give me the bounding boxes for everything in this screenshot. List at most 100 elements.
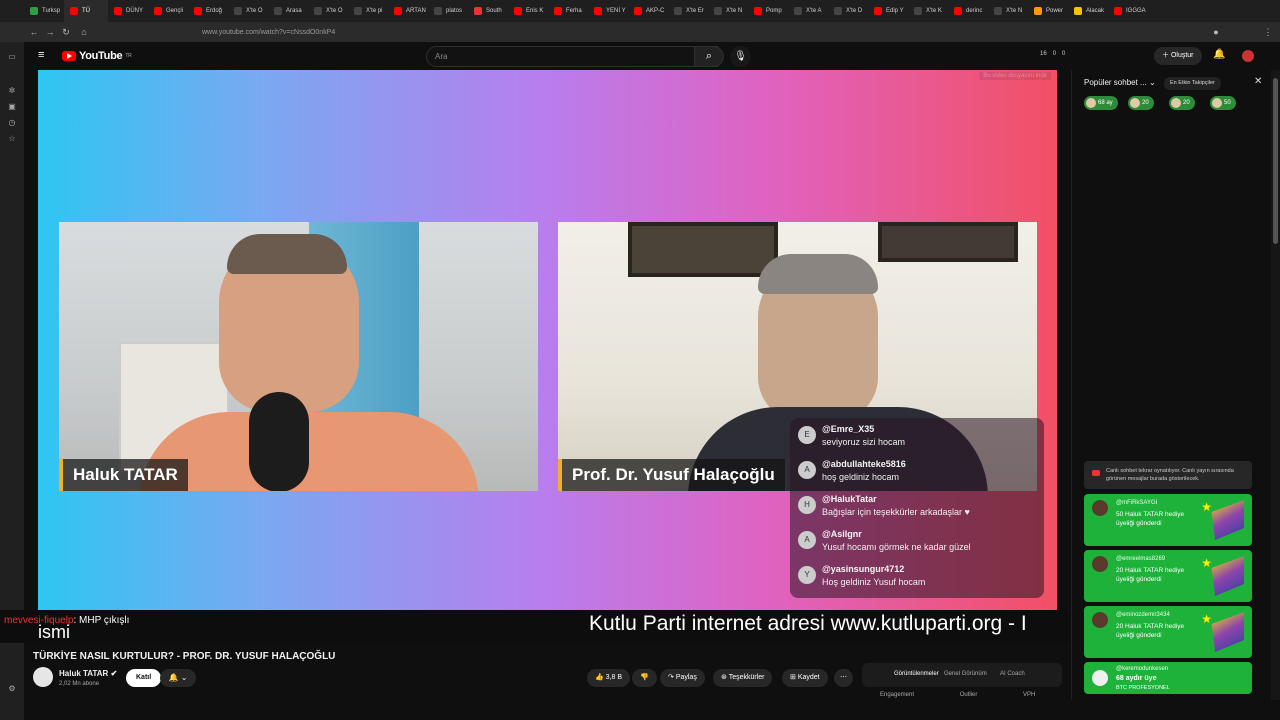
reload-icon[interactable]: ↻ [60,26,72,38]
tab-favicon-icon [914,7,922,15]
browser-tab[interactable]: Edip Y [868,0,908,22]
gifter-avatar [1092,500,1108,516]
home-icon[interactable]: ⌂ [78,26,90,38]
thanks-button[interactable]: ⊛ Teşekkürler [713,669,773,687]
browser-tab[interactable]: X'te O [228,0,268,22]
forward-icon[interactable]: → [44,26,56,38]
top-fans-button[interactable]: En Etkin Takipçiler [1164,77,1221,90]
profile-icon[interactable]: ● [1210,26,1222,38]
like-button[interactable]: 👍 3,8 B [587,669,631,687]
browser-tab[interactable]: Alacak [1068,0,1108,22]
subtab-outlier[interactable]: Outlier [960,692,978,698]
dislike-button[interactable]: 👎 [632,669,657,687]
browser-tab[interactable]: X'te pi [348,0,388,22]
video-player[interactable]: Bu video dosyasını indir Haluk TATAR Pro… [38,70,1057,610]
channel-avatar[interactable] [33,667,53,687]
menu-icon[interactable]: ≡ [38,49,44,61]
more-actions-button[interactable]: ⋯ [834,669,853,687]
tab-favicon-icon [274,7,282,15]
search-button[interactable]: ⌕ [694,46,724,67]
browser-tab[interactable]: X'te K [908,0,948,22]
ticker-pill[interactable]: 50 [1210,96,1236,110]
chat-username: @yasinsungur4712 [822,564,905,574]
browser-tab[interactable]: Arasa [268,0,308,22]
subtab-engagement[interactable]: Engagement [880,692,914,698]
browser-tab[interactable]: Ferha [548,0,588,22]
back-icon[interactable]: ← [28,26,40,38]
channel-name[interactable]: Haluk TATAR ✔ [59,669,117,678]
subtab-vph[interactable]: VPH [1023,692,1035,698]
gifter-avatar [1092,612,1108,628]
browser-tab[interactable]: South [468,0,508,22]
browser-tab[interactable]: Enis K [508,0,548,22]
chat-mode-select[interactable]: Popüler sohbet ... ⌄ [1084,78,1156,87]
chat-username: @Emre_X35 [822,424,875,434]
settings-icon[interactable]: ⚙ [7,684,17,694]
tab-favicon-icon [594,7,602,15]
browser-tab[interactable]: Erdoğ [188,0,228,22]
browser-tab[interactable]: Turksp [24,0,64,22]
browser-tab[interactable]: Pomp [748,0,788,22]
notifications-icon[interactable]: 🔔 [1213,49,1225,60]
browser-tab[interactable]: derinc [948,0,988,22]
youtube-logo[interactable]: YouTube TR [62,50,132,62]
tab-favicon-icon [874,7,882,15]
browser-tab[interactable]: DÜNY [108,0,148,22]
account-avatar[interactable] [1242,50,1254,62]
browser-tab[interactable]: X'te O [308,0,348,22]
painting-2 [878,222,1018,262]
chat-text: seviyoruz sizi hocam [822,437,906,447]
tab-label: Erdoğ [206,8,223,14]
search-input[interactable]: Ara [426,46,718,67]
collections-icon[interactable]: ▣ [7,102,17,112]
ticker-pill[interactable]: 20 [1169,96,1195,110]
browser-tab[interactable]: YENİ Y [588,0,628,22]
save-button[interactable]: ⊞ Kaydet [782,669,828,687]
chat-text: Hoş geldiniz Yusuf hocam [822,577,926,587]
chat-username: @Asilgnr [822,529,862,539]
browser-tab[interactable]: Power [1028,0,1068,22]
create-button[interactable]: ＋ Oluştur [1154,47,1202,65]
chat-overlay: E @Emre_X35 seviyoruz sizi hocam A @abdullah… [790,418,1044,598]
tab-favicon-icon [1074,7,1082,15]
tab-overview[interactable]: Genel Görünüm [944,671,987,677]
browser-tab[interactable]: AKP-C [628,0,668,22]
browser-menu-icon[interactable]: ⋮ [1262,26,1274,38]
sidebar-toggle-icon[interactable]: ▭ [7,52,17,62]
join-button[interactable]: Katıl [126,669,162,687]
browser-tab[interactable]: X'te D [828,0,868,22]
tab-label: YENİ Y [606,8,626,14]
subscription-bell-button[interactable]: 🔔 ⌄ [160,669,196,687]
browser-tab[interactable]: X'te Er [668,0,708,22]
ticker-pill[interactable]: 20 [1128,96,1154,110]
browser-tab[interactable]: X'te N [988,0,1028,22]
download-note[interactable]: Bu video dosyasını indir [979,72,1051,80]
address-bar[interactable]: www.youtube.com/watch?v=cNssdO0nkP4 [152,25,1072,39]
ai-icon[interactable]: ✲ [7,86,17,96]
share-label: Paylaş [675,674,697,681]
browser-tab[interactable]: Gençli [148,0,188,22]
browser-tab[interactable]: X'te A [788,0,828,22]
close-chat-icon[interactable]: ✕ [1254,76,1262,87]
browser-tab[interactable]: TÜ [64,0,108,22]
microphone [249,392,309,491]
browser-toolbar: ← → ↻ ⌂ www.youtube.com/watch?v=cNssdO0n… [0,22,1280,42]
ticker-pill[interactable]: 68 ay [1084,96,1118,110]
browser-tab[interactable]: IGGGA [1108,0,1148,22]
youtube-play-icon [62,51,76,61]
favorites-icon[interactable]: ☆ [7,134,17,144]
overlay-chat-message: H @HalukTatar Bağışlar için teşekkürler ar… [798,492,1038,524]
tab-favicon-icon [194,7,202,15]
browser-tab[interactable]: X'te N [708,0,748,22]
browser-tab[interactable]: platos [428,0,468,22]
share-button[interactable]: ↷ Paylaş [660,669,705,687]
scrollbar-thumb[interactable] [1273,78,1278,244]
page-scrollbar[interactable] [1271,70,1280,700]
voice-search-button[interactable]: 🎙 [730,46,751,67]
browser-tab[interactable]: ARTAN [388,0,428,22]
tab-views[interactable]: Görüntülenmeler [894,671,939,677]
gift-text: 20 Haluk TATAR hediye üyeliği gönderdi [1116,623,1185,639]
tab-favicon-icon [1114,7,1122,15]
history-icon[interactable]: ◷ [7,118,17,128]
tab-ai-coach[interactable]: AI Coach [1000,671,1025,677]
